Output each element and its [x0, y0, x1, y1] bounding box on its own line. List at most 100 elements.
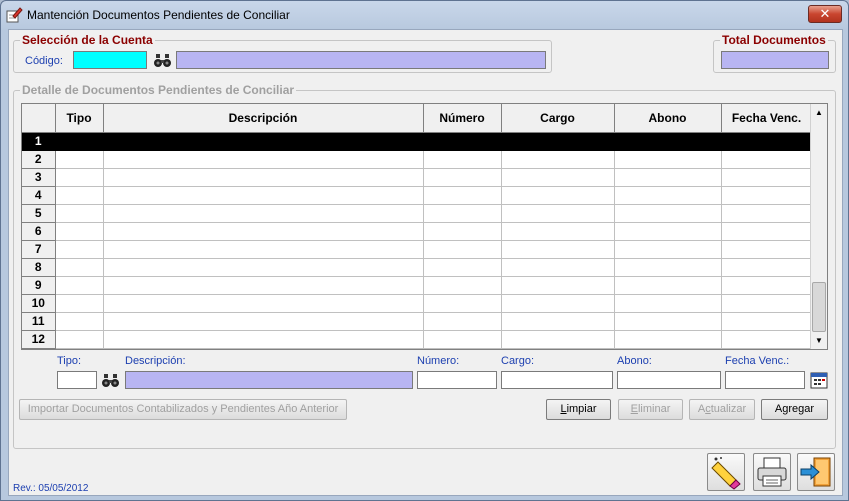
grid-cell[interactable]: [614, 258, 722, 277]
row-number-cell[interactable]: 6: [22, 222, 56, 241]
table-row[interactable]: 8: [22, 258, 813, 277]
exit-button[interactable]: [797, 453, 835, 491]
table-row[interactable]: 5: [22, 204, 813, 223]
grid-cell[interactable]: [501, 240, 615, 259]
limpiar-button[interactable]: Limpiar: [546, 399, 611, 420]
grid-cell[interactable]: [501, 132, 615, 151]
grid-cell[interactable]: [721, 330, 813, 349]
table-row[interactable]: 9: [22, 276, 813, 295]
grid-cell[interactable]: [501, 294, 615, 313]
grid-cell[interactable]: [423, 312, 502, 331]
grid-cell[interactable]: [103, 168, 424, 187]
close-button[interactable]: ✕: [808, 5, 842, 23]
grid-cell[interactable]: [103, 240, 424, 259]
grid-cell[interactable]: [103, 312, 424, 331]
grid-cell[interactable]: [501, 276, 615, 295]
grid-cell[interactable]: [501, 150, 615, 169]
grid-cell[interactable]: [614, 186, 722, 205]
column-header-abono[interactable]: Abono: [614, 104, 722, 133]
grid-cell[interactable]: [501, 330, 615, 349]
grid-vertical-scrollbar[interactable]: ▲ ▼: [810, 104, 827, 349]
row-number-cell[interactable]: 10: [22, 294, 56, 313]
grid-cell[interactable]: [423, 204, 502, 223]
print-button[interactable]: [753, 453, 791, 491]
row-number-cell[interactable]: 1: [22, 132, 56, 151]
eliminar-button[interactable]: Eliminar: [618, 399, 683, 420]
grid-cell[interactable]: [55, 132, 104, 151]
abono-input[interactable]: [617, 371, 721, 389]
grid-cell[interactable]: [103, 222, 424, 241]
grid-cell[interactable]: [423, 168, 502, 187]
row-number-cell[interactable]: 9: [22, 276, 56, 295]
title-bar[interactable]: Mantención Documentos Pendientes de Conc…: [1, 1, 848, 29]
column-header-tipo[interactable]: Tipo: [55, 104, 104, 133]
table-row[interactable]: 10: [22, 294, 813, 313]
grid-cell[interactable]: [55, 222, 104, 241]
grid-cell[interactable]: [501, 186, 615, 205]
row-number-cell[interactable]: 11: [22, 312, 56, 331]
grid-cell[interactable]: [103, 258, 424, 277]
grid-cell[interactable]: [721, 204, 813, 223]
grid-cell[interactable]: [423, 186, 502, 205]
import-documents-button[interactable]: Importar Documentos Contabilizados y Pen…: [19, 399, 347, 420]
numero-input[interactable]: [417, 371, 497, 389]
grid-cell[interactable]: [721, 150, 813, 169]
grid-cell[interactable]: [55, 294, 104, 313]
grid-cell[interactable]: [103, 276, 424, 295]
binoculars-icon[interactable]: [153, 51, 173, 69]
scroll-down-icon[interactable]: ▼: [811, 332, 827, 349]
scroll-up-icon[interactable]: ▲: [811, 104, 827, 121]
grid-cell[interactable]: [614, 294, 722, 313]
grid-cell[interactable]: [103, 204, 424, 223]
grid-cell[interactable]: [55, 240, 104, 259]
grid-cell[interactable]: [721, 258, 813, 277]
grid-cell[interactable]: [55, 168, 104, 187]
scroll-thumb[interactable]: [812, 282, 826, 332]
grid-cell[interactable]: [614, 204, 722, 223]
grid-cell[interactable]: [614, 222, 722, 241]
grid-cell[interactable]: [423, 294, 502, 313]
grid-cell[interactable]: [103, 150, 424, 169]
grid-cell[interactable]: [423, 258, 502, 277]
grid-cell[interactable]: [55, 276, 104, 295]
grid-cell[interactable]: [55, 186, 104, 205]
binoculars-icon[interactable]: [101, 371, 121, 389]
grid-cell[interactable]: [721, 222, 813, 241]
documents-grid[interactable]: Tipo Descripción Número Cargo Abono Fech…: [21, 103, 828, 350]
grid-cell[interactable]: [55, 204, 104, 223]
grid-cell[interactable]: [721, 276, 813, 295]
grid-cell[interactable]: [501, 204, 615, 223]
grid-cell[interactable]: [721, 294, 813, 313]
row-number-cell[interactable]: 7: [22, 240, 56, 259]
grid-cell[interactable]: [423, 222, 502, 241]
grid-cell[interactable]: [614, 150, 722, 169]
grid-cell[interactable]: [423, 240, 502, 259]
table-row[interactable]: 6: [22, 222, 813, 241]
grid-cell[interactable]: [721, 132, 813, 151]
grid-cell[interactable]: [721, 186, 813, 205]
grid-cell[interactable]: [423, 330, 502, 349]
grid-cell[interactable]: [614, 132, 722, 151]
row-number-cell[interactable]: 3: [22, 168, 56, 187]
table-row[interactable]: 11: [22, 312, 813, 331]
grid-cell[interactable]: [103, 186, 424, 205]
clear-form-button[interactable]: [707, 453, 745, 491]
column-header-descripcion[interactable]: Descripción: [103, 104, 424, 133]
table-row[interactable]: 12: [22, 330, 813, 349]
calendar-icon[interactable]: [810, 371, 828, 389]
cargo-input[interactable]: [501, 371, 613, 389]
account-code-input[interactable]: [73, 51, 147, 69]
column-header-cargo[interactable]: Cargo: [501, 104, 615, 133]
grid-cell[interactable]: [55, 150, 104, 169]
agregar-button[interactable]: Agregar: [761, 399, 828, 420]
table-row[interactable]: 3: [22, 168, 813, 187]
grid-cell[interactable]: [501, 312, 615, 331]
row-number-cell[interactable]: 8: [22, 258, 56, 277]
grid-cell[interactable]: [103, 132, 424, 151]
grid-cell[interactable]: [103, 294, 424, 313]
column-header-fecha-venc[interactable]: Fecha Venc.: [721, 104, 813, 133]
table-row[interactable]: 7: [22, 240, 813, 259]
grid-cell[interactable]: [614, 330, 722, 349]
tipo-input[interactable]: [57, 371, 97, 389]
grid-cell[interactable]: [614, 240, 722, 259]
